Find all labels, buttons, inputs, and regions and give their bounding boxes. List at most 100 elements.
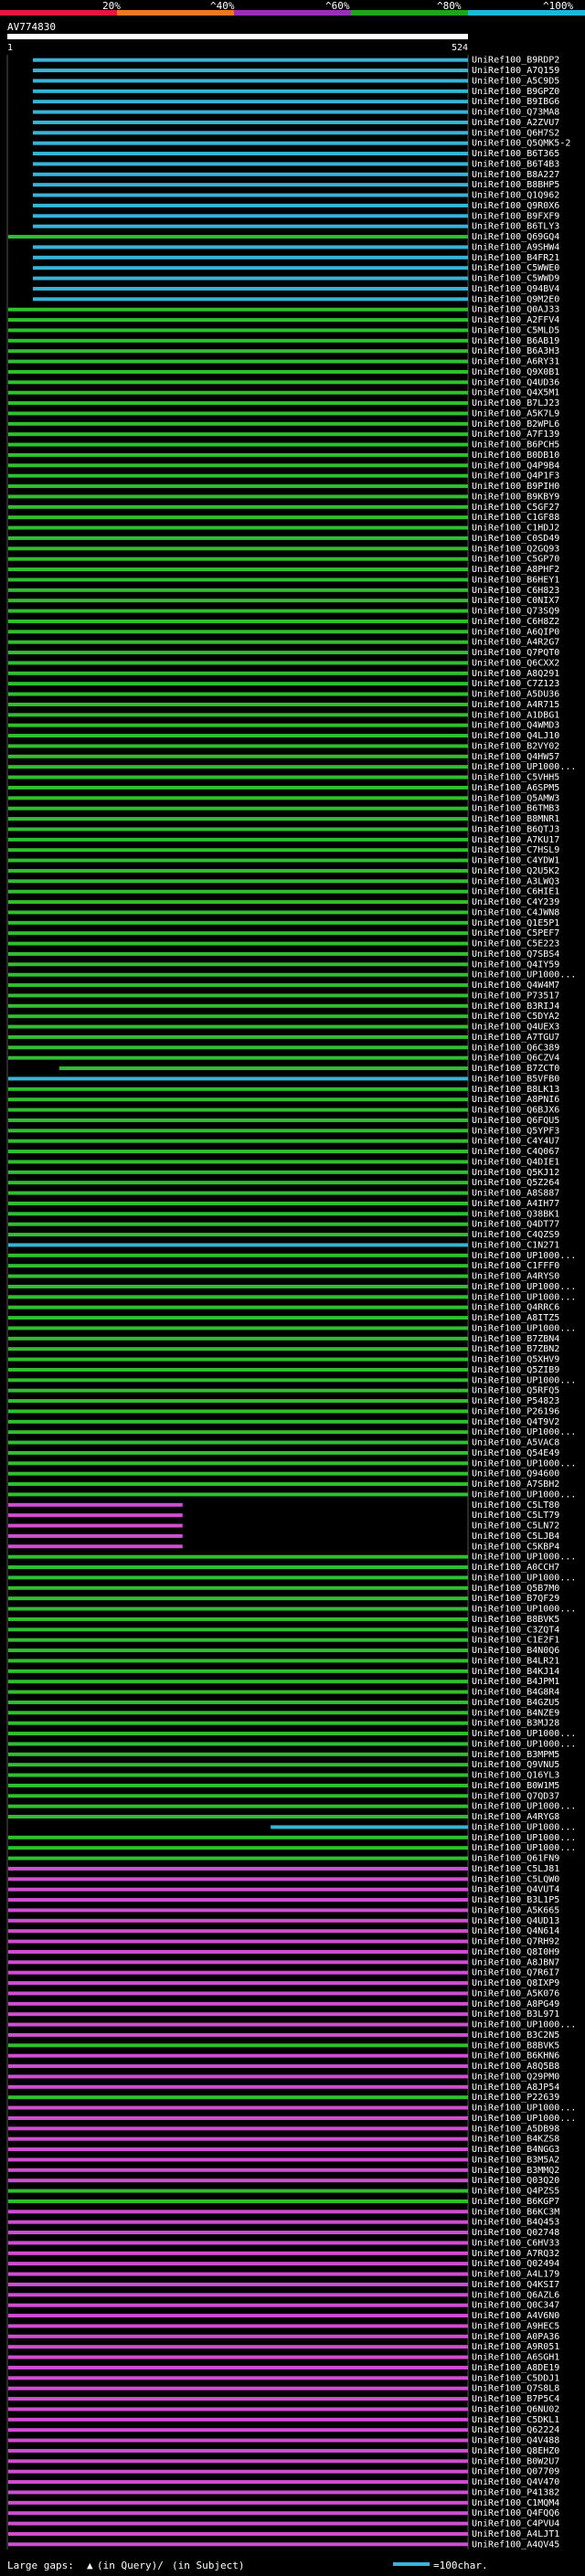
hit-label: UniRef100_Q1Q962 <box>472 191 559 201</box>
hit-bar <box>7 1659 468 1663</box>
hit-bar <box>271 1825 468 1829</box>
hit-label: UniRef100_B8LK13 <box>472 1085 559 1095</box>
hit-label: UniRef100_A9R051 <box>472 2342 559 2352</box>
hit-label: UniRef100_UP1000... <box>472 2114 576 2124</box>
hit-bar <box>7 1097 468 1102</box>
hit-bar <box>7 2189 468 2193</box>
hit-bar <box>7 2012 468 2017</box>
hit-label: UniRef100_Q0C347 <box>472 2301 559 2311</box>
hit-label: UniRef100_Q94BV4 <box>472 284 559 294</box>
hit-label: UniRef100_B7LJ23 <box>472 398 559 408</box>
hit-label: UniRef100_Q6CXX2 <box>472 658 559 668</box>
hit-bar <box>7 390 468 395</box>
hit-bar <box>7 2272 468 2276</box>
hit-bar <box>7 1139 468 1143</box>
hit-label: UniRef100_B0W2U7 <box>472 2456 559 2466</box>
hit-bar <box>7 2115 468 2120</box>
hit-label: UniRef100_Q1E5P1 <box>472 918 559 928</box>
hit-label: UniRef100_A7TGU7 <box>472 1033 559 1043</box>
hit-bar <box>32 203 468 207</box>
hit-bar <box>7 359 468 364</box>
hit-label: UniRef100_A8ITZ5 <box>472 1313 559 1323</box>
hit-bar <box>7 1034 468 1039</box>
hit-label: UniRef100_A4V6N0 <box>472 2311 559 2321</box>
hit-bar <box>7 962 468 967</box>
hit-bar <box>7 1846 468 1850</box>
hit-label: UniRef100_B7ZBN2 <box>472 1344 559 1354</box>
hit-label: UniRef100_UP1000... <box>472 1553 576 1563</box>
hit-label: UniRef100_C7HSL9 <box>472 845 559 855</box>
hit-label: UniRef100_A5K665 <box>472 1905 559 1915</box>
hit-bar <box>7 2032 468 2037</box>
hit-label: UniRef100_Q5KJ12 <box>472 1168 559 1178</box>
hit-label: UniRef100_A0PA36 <box>472 2332 559 2342</box>
hit-label: UniRef100_Q4VUT4 <box>472 1885 559 1895</box>
hit-label: UniRef100_C5VHH5 <box>472 773 559 783</box>
hit-bar <box>7 1533 183 1538</box>
hit-label: UniRef100_B6KHN6 <box>472 2051 559 2062</box>
hit-label: UniRef100_A7SBH2 <box>472 1479 559 1489</box>
hit-bar <box>7 1264 468 1268</box>
hit-bar <box>7 546 468 551</box>
hit-bar <box>7 1794 468 1798</box>
hit-bar <box>7 2126 468 2131</box>
hit-label: UniRef100_Q7RH92 <box>472 1937 559 1947</box>
hit-label: UniRef100_B6QTJ3 <box>472 824 559 834</box>
hit-bar <box>7 1108 468 1112</box>
legend-label-60: ^60% <box>325 0 350 12</box>
hit-bar <box>7 2064 468 2069</box>
hit-bar <box>7 1222 468 1226</box>
hit-label: UniRef100_B9FXF9 <box>472 211 559 221</box>
hit-label: UniRef100_Q7SBS4 <box>472 949 559 959</box>
hit-label: UniRef100_A6RY31 <box>472 357 559 367</box>
hit-bar <box>7 920 468 925</box>
hit-bar <box>7 2314 468 2318</box>
hit-label: UniRef100_UP1000... <box>472 2104 576 2114</box>
hit-label: UniRef100_Q5Z264 <box>472 1178 559 1188</box>
hit-bar <box>7 1440 468 1445</box>
hit-label: UniRef100_B9KBY9 <box>472 492 559 502</box>
hit-bar <box>7 1700 468 1704</box>
hit-label: UniRef100_B2VY02 <box>472 741 559 751</box>
hit-label: UniRef100_B4G8R4 <box>472 1688 559 1698</box>
hit-label: UniRef100_Q73MA8 <box>472 108 559 118</box>
hit-bar <box>7 599 468 603</box>
hit-bar <box>7 411 468 416</box>
legend-label-40: ^40% <box>210 0 235 12</box>
hit-bar <box>7 535 468 540</box>
hit-label: UniRef100_B0DB10 <box>472 451 559 461</box>
hit-label: UniRef100_Q5XHV9 <box>472 1355 559 1365</box>
hit-bar <box>7 1970 468 1975</box>
hit-bar <box>7 785 468 790</box>
hit-bar <box>7 1378 468 1383</box>
hit-bar <box>7 588 468 592</box>
hit-label: UniRef100_Q4P9B4 <box>472 461 559 471</box>
hit-bar <box>7 235 468 239</box>
hit-label: UniRef100_C3ZQT4 <box>472 1625 559 1635</box>
hit-bar <box>7 2521 468 2526</box>
hit-label: UniRef100_UP1000... <box>472 1822 576 1832</box>
hit-label: UniRef100_C5LJB4 <box>472 1532 559 1542</box>
hit-label: UniRef100_B8BVK5 <box>472 2041 559 2051</box>
hit-label: UniRef100_B6PCH5 <box>472 440 559 451</box>
hit-bar <box>7 369 468 374</box>
hit-label: UniRef100_UP1000... <box>472 970 576 981</box>
hit-bar <box>7 723 468 727</box>
hit-label: UniRef100_C7Z123 <box>472 679 559 689</box>
hit-label: UniRef100_A4IH77 <box>472 1199 559 1209</box>
hit-bar <box>7 2428 468 2433</box>
hit-label: UniRef100_A4R2G7 <box>472 638 559 648</box>
hit-label: UniRef100_Q4W4M7 <box>472 981 559 991</box>
hit-label: UniRef100_B7ZBN4 <box>472 1334 559 1344</box>
hit-label: UniRef100_A3LWQ3 <box>472 876 559 886</box>
footer-gap-subject: (in Subject) <box>172 2560 244 2571</box>
hit-bar <box>7 1908 468 1913</box>
hit-bar <box>7 2438 468 2443</box>
hit-bar <box>7 1783 468 1787</box>
hit-label: UniRef100_Q7R6I7 <box>472 1968 559 1978</box>
hit-label: UniRef100_B8MNR1 <box>472 814 559 824</box>
hit-label: UniRef100_A5C9D5 <box>472 76 559 86</box>
hit-bar <box>7 1492 468 1497</box>
hit-bar <box>7 421 468 426</box>
hit-label: UniRef100_C5LQW0 <box>472 1874 559 1884</box>
